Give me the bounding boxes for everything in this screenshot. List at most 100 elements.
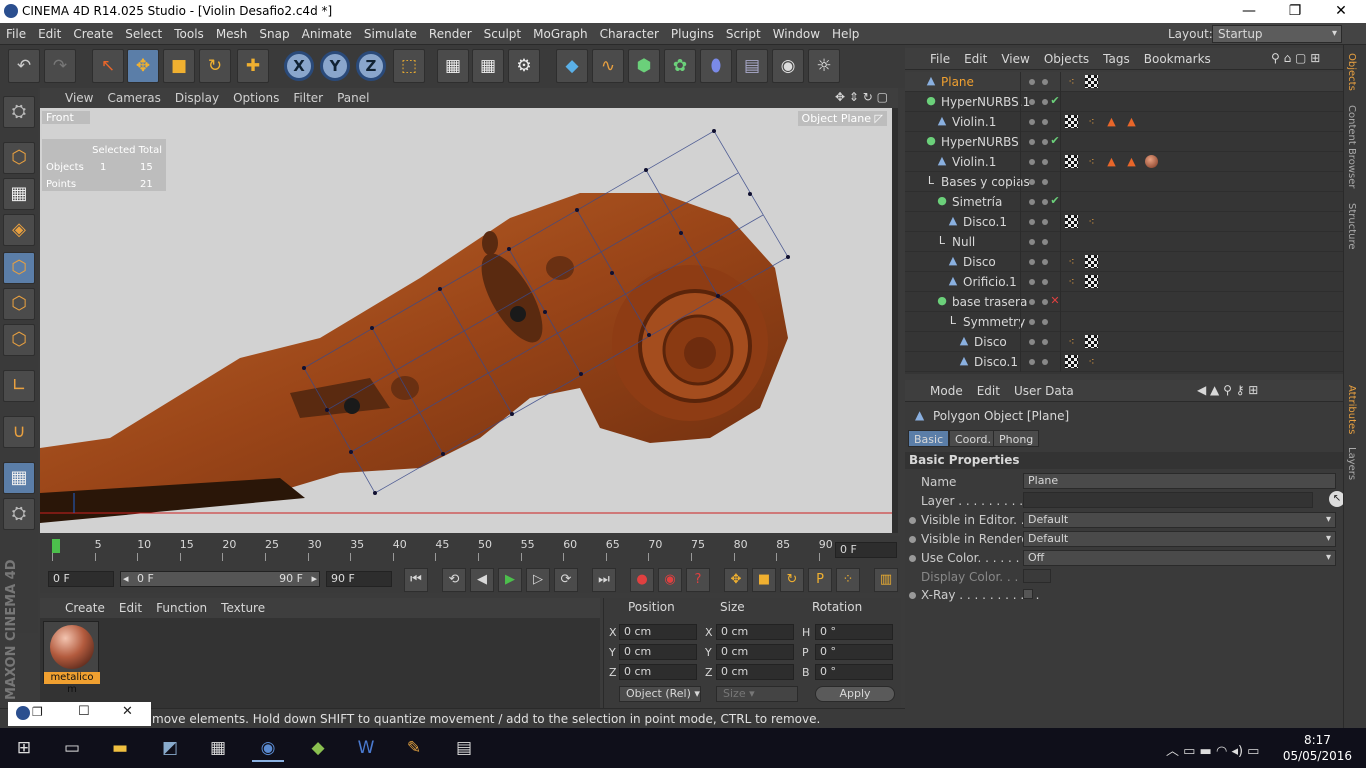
- points-mode-icon[interactable]: ⬡: [3, 252, 35, 284]
- array-icon[interactable]: ✿: [664, 49, 696, 83]
- selection-tag-icon[interactable]: ▲: [1125, 115, 1138, 128]
- size-x-field[interactable]: 0 cm: [716, 624, 794, 640]
- use-color-anim-dot[interactable]: [909, 555, 916, 562]
- file-explorer-icon[interactable]: ▬: [104, 734, 136, 762]
- object-row[interactable]: ▲ Disco ⁖: [905, 252, 1343, 272]
- display-color-swatch[interactable]: [1023, 569, 1051, 583]
- light-icon[interactable]: ☼: [808, 49, 840, 83]
- visibility-dot[interactable]: [1042, 359, 1048, 365]
- object-row[interactable]: L Symmetry: [905, 312, 1343, 332]
- key-rotation-icon[interactable]: ↻: [780, 568, 804, 592]
- viewport-scrollbar[interactable]: [892, 108, 898, 533]
- sidetab-content-browser[interactable]: Content Browser: [1346, 105, 1357, 188]
- menu-create[interactable]: Create: [67, 23, 119, 45]
- key-pla-icon[interactable]: ⁘: [836, 568, 860, 592]
- sidetab-objects[interactable]: Objects: [1346, 53, 1357, 91]
- visibility-dot[interactable]: [1042, 179, 1048, 185]
- selection-tag-icon[interactable]: ▲: [1105, 115, 1118, 128]
- object-manager-nav-icons[interactable]: ⚲ ⌂ ▢ ⊞: [1271, 51, 1320, 65]
- menu-mograph[interactable]: MoGraph: [527, 23, 594, 45]
- mat-menu-create[interactable]: Create: [58, 598, 112, 618]
- obj-menu-file[interactable]: File: [923, 48, 957, 70]
- menu-sculpt[interactable]: Sculpt: [478, 23, 527, 45]
- menu-help[interactable]: Help: [826, 23, 865, 45]
- visibility-dot[interactable]: [1042, 139, 1048, 145]
- rotate-tool-icon[interactable]: ↻: [199, 49, 231, 83]
- visibility-dot[interactable]: [1029, 139, 1035, 145]
- visibility-dot[interactable]: [1029, 319, 1035, 325]
- visibility-dot[interactable]: [1029, 279, 1035, 285]
- object-row[interactable]: ▲ Violin.1 ⁖ ▲ ▲: [905, 152, 1343, 172]
- enabled-check-icon[interactable]: ✔: [1049, 195, 1061, 207]
- system-tray-icons[interactable]: ︿ ▭ ▬ ◠ ◂) ▭: [1166, 740, 1259, 759]
- start-button-icon[interactable]: ⊞: [8, 734, 40, 762]
- vp-menu-options[interactable]: Options: [226, 88, 286, 108]
- visibility-dot[interactable]: [1042, 339, 1048, 345]
- sidetab-attributes[interactable]: Attributes: [1346, 385, 1357, 434]
- visible-editor-select[interactable]: Default: [1023, 512, 1336, 528]
- cube-object-icon[interactable]: ◆: [556, 49, 588, 83]
- next-frame-icon[interactable]: ▷: [526, 568, 550, 592]
- axis-mode-icon[interactable]: ∟: [3, 370, 35, 402]
- x-axis-lock-icon[interactable]: X: [284, 51, 314, 81]
- texture-tag-icon[interactable]: [1065, 215, 1078, 228]
- render-picture-viewer-icon[interactable]: ▦: [472, 49, 504, 83]
- texture-tag-icon[interactable]: [1085, 75, 1098, 88]
- model-mode-icon[interactable]: ⬡: [3, 142, 35, 174]
- coordinate-system-icon[interactable]: ⬚: [393, 49, 425, 83]
- texture-tag-icon[interactable]: [1085, 275, 1098, 288]
- keyframe-selection-icon[interactable]: ?: [686, 568, 710, 592]
- visibility-dot[interactable]: [1042, 299, 1048, 305]
- obj-menu-tags[interactable]: Tags: [1096, 48, 1137, 70]
- visibility-dot[interactable]: [1042, 279, 1048, 285]
- material-tag-icon[interactable]: [1145, 155, 1158, 168]
- visibility-dot[interactable]: [1029, 339, 1035, 345]
- render-settings-icon[interactable]: ⚙: [508, 49, 540, 83]
- range-slider[interactable]: ◂ 0 F 90 F ▸: [120, 571, 320, 587]
- close-button[interactable]: ✕: [1318, 0, 1364, 23]
- workplane-icon[interactable]: ◈: [3, 214, 35, 246]
- tab-coord[interactable]: Coord.: [949, 430, 997, 447]
- visibility-dot[interactable]: [1042, 79, 1048, 85]
- sidetab-layers[interactable]: Layers: [1346, 447, 1357, 480]
- object-row[interactable]: ● HyperNURBS.1 ✔: [905, 92, 1343, 112]
- notes-app-icon[interactable]: ◩: [154, 734, 186, 762]
- undo-icon[interactable]: ↶: [8, 49, 40, 83]
- phong-tag-icon[interactable]: ⁖: [1085, 215, 1098, 228]
- z-axis-lock-icon[interactable]: Z: [356, 51, 386, 81]
- autokey-icon[interactable]: ◉: [658, 568, 682, 592]
- maximize-small-icon[interactable]: ☐: [78, 704, 90, 719]
- redo-icon[interactable]: ↷: [44, 49, 76, 83]
- make-editable-icon[interactable]: ⛭: [3, 96, 35, 128]
- render-view-icon[interactable]: ▦: [437, 49, 469, 83]
- menu-simulate[interactable]: Simulate: [358, 23, 423, 45]
- layout-select[interactable]: Startup ▾: [1212, 25, 1342, 43]
- vp-menu-panel[interactable]: Panel: [330, 88, 376, 108]
- restore-small-icon[interactable]: ❐: [32, 705, 43, 719]
- visibility-dot[interactable]: [1029, 79, 1035, 85]
- rot-p-field[interactable]: 0 °: [815, 644, 893, 660]
- task-view-icon[interactable]: ▭: [56, 734, 88, 762]
- visibility-dot[interactable]: [1042, 99, 1048, 105]
- disabled-cross-icon[interactable]: ✕: [1049, 295, 1061, 307]
- rot-b-field[interactable]: 0 °: [815, 664, 893, 680]
- phong-tag-icon[interactable]: ⁖: [1065, 255, 1078, 268]
- planar-workplane-icon[interactable]: ⛭: [3, 498, 35, 530]
- sidetab-structure[interactable]: Structure: [1346, 203, 1357, 250]
- phong-tag-icon[interactable]: ⁖: [1085, 355, 1098, 368]
- visibility-dot[interactable]: [1029, 119, 1035, 125]
- object-row[interactable]: ▲ Disco.1 ⁖: [905, 212, 1343, 232]
- menu-character[interactable]: Character: [594, 23, 665, 45]
- clock[interactable]: 8:17 05/05/2016: [1283, 732, 1352, 764]
- menu-select[interactable]: Select: [119, 23, 168, 45]
- move-tool-icon[interactable]: ✥: [127, 49, 159, 83]
- snap-magnet-icon[interactable]: ∪: [3, 416, 35, 448]
- timeline-ruler[interactable]: 051015202530354045505560657075808590: [40, 536, 900, 566]
- paint-icon[interactable]: ✎: [398, 734, 430, 762]
- xray-anim-dot[interactable]: [909, 592, 916, 599]
- menu-edit[interactable]: Edit: [32, 23, 67, 45]
- object-row[interactable]: L Bases y copias: [905, 172, 1343, 192]
- visible-editor-anim-dot[interactable]: [909, 517, 916, 524]
- restore-button[interactable]: ❐: [1272, 0, 1318, 23]
- size-mode-select[interactable]: Size ▾: [716, 686, 798, 702]
